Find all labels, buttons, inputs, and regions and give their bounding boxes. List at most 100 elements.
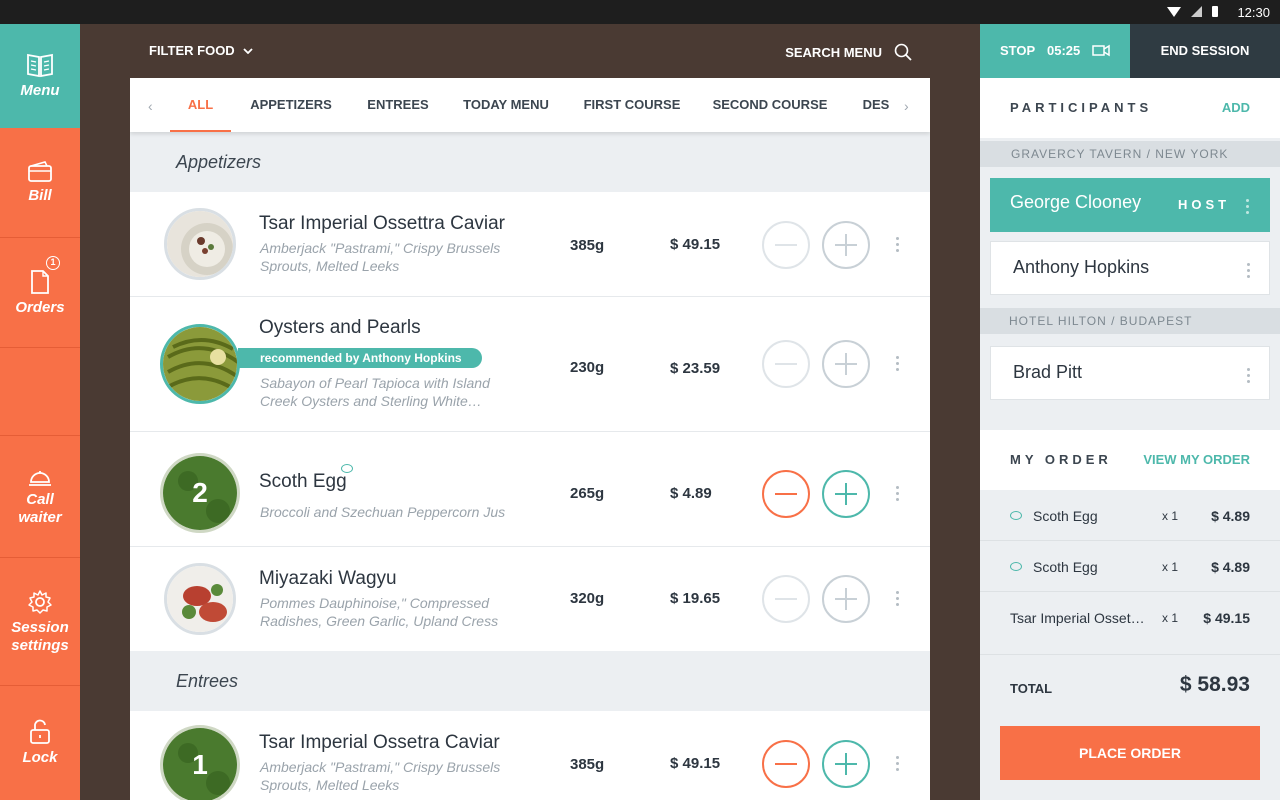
place-order-button[interactable]: PLACE ORDER [1000, 726, 1260, 780]
sidebar-item-label: Call waiter [18, 490, 62, 526]
sidebar-item-label: Lock [22, 749, 58, 766]
dish-name: Miyazaki Wagyu [259, 568, 397, 589]
order-item-price: $ 49.15 [1203, 610, 1250, 626]
order-item[interactable]: Scoth Egg x 1 $ 4.89 [980, 490, 1280, 541]
sidebar-item-label: Orders [15, 298, 65, 316]
dish-description: Amberjack "Pastrami," Crispy Brussels Sp… [260, 759, 501, 793]
sidebar-item-session-settings[interactable]: Session settings [0, 558, 80, 686]
more-options-icon[interactable] [896, 486, 900, 504]
dish-weight: 320g [570, 590, 605, 607]
decrease-quantity-button[interactable] [762, 575, 810, 623]
search-menu-button[interactable]: SEARCH MENU [785, 43, 912, 61]
sidebar-item-label: Bill [28, 186, 52, 204]
order-item[interactable]: Tsar Imperial Osset… x 1 $ 49.15 [980, 592, 1280, 643]
sidebar-item-menu[interactable]: Menu [0, 24, 80, 128]
dish-photo: 2 [160, 453, 240, 533]
more-options-icon[interactable] [1247, 368, 1251, 386]
order-item-price: $ 4.89 [1211, 508, 1250, 524]
tab-today-menu[interactable]: TODAY MENU [460, 78, 552, 132]
more-options-icon[interactable] [896, 591, 900, 609]
more-options-icon[interactable] [896, 237, 900, 255]
status-icons [1167, 6, 1218, 17]
dish-name: Oysters and Pearls [259, 317, 421, 338]
dish-price: $ 4.89 [670, 485, 712, 502]
host-label: HOST [1178, 197, 1231, 212]
sidebar-item-lock[interactable]: Lock [0, 686, 80, 800]
participants-header: PARTICIPANTS ADD [980, 78, 1280, 138]
participant-card[interactable]: George Clooney HOST [990, 178, 1270, 232]
dish-weight: 385g [570, 237, 605, 254]
order-item-name: Scoth Egg [1033, 508, 1098, 524]
search-icon [894, 43, 912, 61]
sidebar: Menu Bill 1 Orders Call waiter Session s… [0, 24, 80, 800]
sidebar-item-bill[interactable]: Bill [0, 128, 80, 238]
decrease-quantity-button[interactable] [762, 340, 810, 388]
session-controls: STOP 05:25 END SESSION [980, 24, 1280, 78]
order-item[interactable]: Scoth Egg x 1 $ 4.89 [980, 541, 1280, 592]
search-menu-label: SEARCH MENU [785, 44, 882, 60]
increase-quantity-button[interactable] [822, 340, 870, 388]
sidebar-item-orders[interactable]: 1 Orders [0, 238, 80, 348]
orders-badge: 1 [46, 256, 60, 270]
increase-quantity-button[interactable] [822, 221, 870, 269]
more-options-icon[interactable] [896, 756, 900, 774]
sidebar-item-label: Session settings [11, 618, 69, 654]
stop-timer-button[interactable]: STOP 05:25 [980, 24, 1130, 78]
more-options-icon[interactable] [1247, 263, 1251, 281]
add-participant-button[interactable]: ADD [1222, 100, 1250, 115]
increase-quantity-button[interactable] [822, 740, 870, 788]
end-session-button[interactable]: END SESSION [1130, 24, 1280, 78]
menu-item-row[interactable]: 2 Scoth Egg Broccoli and Szechuan Pepper… [130, 432, 930, 547]
participant-card[interactable]: Anthony Hopkins [990, 241, 1270, 295]
section-title: Entrees [176, 671, 239, 691]
participant-card[interactable]: Brad Pitt [990, 346, 1270, 400]
decrease-quantity-button[interactable] [762, 470, 810, 518]
section-header-appetizers: Appetizers [130, 132, 930, 192]
tab-appetizers[interactable]: APPETIZERS [247, 78, 335, 132]
dish-price: $ 49.15 [670, 236, 721, 253]
ordered-count: 2 [192, 477, 208, 508]
dish-price: $ 23.59 [670, 360, 721, 377]
order-item-name: Tsar Imperial Osset… [1010, 610, 1145, 626]
dish-price: $ 19.65 [670, 590, 721, 607]
menu-item-row[interactable]: recommended by Anthony Hopkins Oysters a… [130, 297, 930, 432]
more-options-icon[interactable] [896, 356, 900, 374]
tabs-scroll-left-icon[interactable]: ‹ [148, 98, 153, 114]
dish-photo [160, 324, 240, 404]
signal-icon [1191, 6, 1202, 17]
dish-price: $ 49.15 [670, 755, 721, 772]
dish-name: Tsar Imperial Ossettra Caviar [259, 213, 506, 234]
sidebar-spacer [0, 348, 80, 436]
filter-food-dropdown[interactable]: FILTER FOOD [149, 43, 253, 58]
menu-item-row[interactable]: 1 Tsar Imperial Ossetra Caviar Amberjack… [130, 711, 930, 800]
comment-icon[interactable] [341, 464, 353, 473]
decrease-quantity-button[interactable] [762, 740, 810, 788]
menu-item-row[interactable]: Tsar Imperial Ossettra Caviar Amberjack … [130, 192, 930, 297]
decrease-quantity-button[interactable] [762, 221, 810, 269]
dish-name: Tsar Imperial Ossetra Caviar [259, 732, 500, 753]
sidebar-item-call-waiter[interactable]: Call waiter [0, 436, 80, 558]
gear-icon [28, 589, 52, 614]
tab-second-course[interactable]: SECOND COURSE [712, 78, 828, 132]
tab-desserts[interactable]: DES [858, 78, 894, 132]
tab-first-course[interactable]: FIRST COURSE [582, 78, 682, 132]
dish-weight: 265g [570, 485, 605, 502]
session-panel: STOP 05:25 END SESSION PARTICIPANTS ADD … [980, 24, 1280, 800]
menu-item-row[interactable]: Miyazaki Wagyu Pommes Dauphinoise," Comp… [130, 547, 930, 651]
menu-panel: ‹ ALL APPETIZERS ENTREES TODAY MENU FIRS… [130, 78, 930, 800]
filter-food-label: FILTER FOOD [149, 43, 235, 58]
comment-icon [1010, 562, 1022, 571]
view-my-order-link[interactable]: VIEW MY ORDER [1143, 452, 1250, 467]
more-options-icon[interactable] [1246, 199, 1250, 217]
comment-icon [1010, 511, 1022, 520]
increase-quantity-button[interactable] [822, 470, 870, 518]
tabs-scroll-right-icon[interactable]: › [904, 98, 909, 114]
increase-quantity-button[interactable] [822, 575, 870, 623]
tab-all[interactable]: ALL [170, 78, 231, 132]
battery-icon [1212, 6, 1218, 17]
tab-entrees[interactable]: ENTREES [362, 78, 434, 132]
menu-toolbar: FILTER FOOD SEARCH MENU [80, 24, 980, 78]
stop-label: STOP [1000, 43, 1036, 58]
dish-photo: 1 [160, 725, 240, 800]
order-item-qty: x 1 [1162, 509, 1179, 523]
